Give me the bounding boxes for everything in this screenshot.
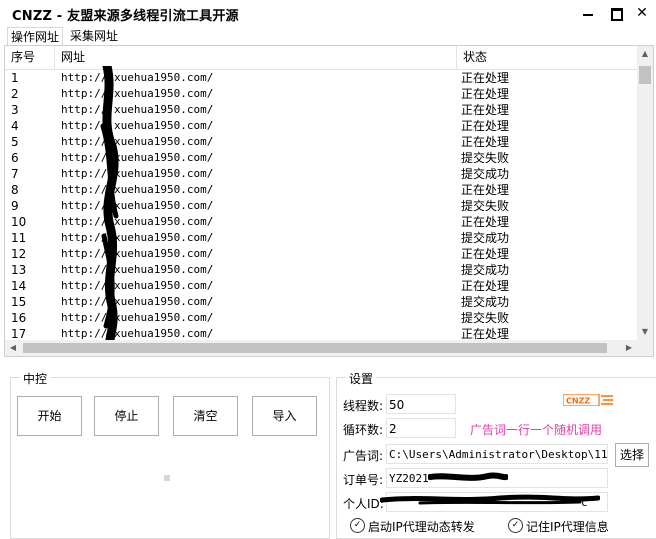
row-index: 8: [11, 183, 19, 197]
row-url: http:// xuehua1950.com/: [61, 247, 214, 260]
order-label: 订单号:: [343, 473, 384, 487]
threads-input[interactable]: 50: [386, 394, 456, 414]
row-status: 正在处理: [461, 215, 510, 229]
row-url: http:// xuehua1950.com/: [61, 231, 214, 244]
personal-id-label: 个人ID:: [343, 497, 384, 511]
ad-hint-text: 广告词一行一个随机调用: [470, 423, 603, 437]
horizontal-scroll-thumb[interactable]: [23, 343, 607, 353]
row-status: 提交失败: [461, 151, 510, 165]
row-status: 提交成功: [461, 231, 510, 245]
ad-file-input[interactable]: C:\Users\Administrator\Desktop\111.t: [386, 444, 608, 464]
order-redaction-mark: [428, 472, 508, 481]
row-url: http:// xuehua1950.com/: [61, 311, 214, 324]
title-bar: CNZZ - 友盟来源多线程引流工具开源 ✕: [0, 0, 656, 27]
minimize-button[interactable]: [579, 4, 597, 22]
minimize-icon: [583, 14, 593, 16]
remember-proxy-label: 记住IP代理信息: [526, 520, 609, 534]
choose-file-button[interactable]: 选择: [615, 443, 649, 467]
row-status: 正在处理: [461, 87, 510, 101]
row-status: 正在处理: [461, 279, 510, 293]
row-url: http:// xuehua1950.com/: [61, 167, 214, 180]
settings-group-label: 设置: [346, 370, 377, 387]
row-url: http:// xuehua1950.com/: [61, 119, 214, 132]
loops-label: 循环数:: [343, 423, 384, 437]
tab-collect-urls[interactable]: 采集网址: [67, 27, 121, 45]
row-url: http:// xuehua1950.com/: [61, 215, 214, 228]
vertical-scrollbar[interactable]: ▲ ▼: [637, 46, 653, 340]
row-status: 正在处理: [461, 247, 510, 261]
row-url: http:// xuehua1950.com/: [61, 279, 214, 292]
remember-proxy-checkbox[interactable]: ✓: [508, 518, 523, 533]
row-url: http:// xuehua1950.com/: [61, 199, 214, 212]
scroll-right-icon[interactable]: ▶: [621, 340, 637, 356]
row-index: 2: [11, 87, 19, 101]
stop-button[interactable]: 停止: [94, 396, 159, 436]
loops-input[interactable]: 2: [386, 418, 456, 438]
row-index: 9: [11, 199, 19, 213]
header-index[interactable]: 序号: [5, 46, 55, 69]
clear-button[interactable]: 清空: [173, 396, 238, 436]
row-status: 提交成功: [461, 263, 510, 277]
window-title: CNZZ - 友盟来源多线程引流工具开源: [12, 9, 239, 24]
tab-operate-urls[interactable]: 操作网址: [7, 27, 64, 46]
horizontal-scrollbar[interactable]: ◀ ▶: [5, 340, 653, 356]
row-url: http:// xuehua1950.com/: [61, 295, 214, 308]
tab-bar: 操作网址 采集网址: [0, 27, 656, 46]
row-index: 16: [11, 311, 27, 325]
row-index: 4: [11, 119, 19, 133]
row-status: 提交成功: [461, 295, 510, 309]
scroll-left-icon[interactable]: ◀: [5, 340, 21, 356]
cnzz-logo: CNZZ: [563, 394, 613, 406]
redaction-mark: [100, 66, 119, 346]
row-index: 6: [11, 151, 19, 165]
row-index: 12: [11, 247, 27, 261]
vertical-scroll-thumb[interactable]: [639, 66, 651, 84]
row-url: http:// xuehua1950.com/: [61, 103, 214, 116]
row-url: http:// xuehua1950.com/: [61, 183, 214, 196]
row-index: 1: [11, 71, 19, 85]
row-status: 正在处理: [461, 71, 510, 85]
row-index: 7: [11, 167, 19, 181]
scroll-down-icon[interactable]: ▼: [637, 324, 653, 340]
row-url: http:// xuehua1950.com/: [61, 135, 214, 148]
proxy-forward-checkbox[interactable]: ✓: [350, 518, 365, 533]
order-value: YZ2021: [389, 472, 429, 485]
close-button[interactable]: ✕: [633, 4, 651, 22]
row-index: 3: [11, 103, 19, 117]
threads-label: 线程数:: [343, 399, 384, 413]
proxy-forward-label: 启动IP代理动态转发: [368, 520, 475, 534]
url-table: 序号 网址 状态 1 http:// xuehua1950.com/正在处理 2 ht…: [4, 45, 654, 357]
header-status[interactable]: 状态: [457, 46, 637, 69]
row-status: 提交失败: [461, 311, 510, 325]
ad-label: 广告词:: [343, 449, 384, 463]
row-url: http:// xuehua1950.com/: [61, 87, 214, 100]
row-index: 13: [11, 263, 27, 277]
row-status: 提交失败: [461, 199, 510, 213]
row-status: 正在处理: [461, 119, 510, 133]
row-status: 正在处理: [461, 183, 510, 197]
resize-grip: [164, 475, 170, 481]
row-status: 提交成功: [461, 167, 510, 181]
personal-id-redaction-mark: [380, 494, 600, 505]
row-url: http:// xuehua1950.com/: [61, 151, 214, 164]
start-button[interactable]: 开始: [17, 396, 82, 436]
row-url: http:// xuehua1950.com/: [61, 263, 214, 276]
row-url: http:// xuehua1950.com/: [61, 71, 214, 84]
row-index: 5: [11, 135, 19, 149]
row-index: 11: [11, 231, 27, 245]
row-status: 正在处理: [461, 135, 510, 149]
row-status: 正在处理: [461, 103, 510, 117]
import-button[interactable]: 导入: [252, 396, 317, 436]
maximize-icon: [611, 8, 623, 21]
row-index: 10: [11, 215, 27, 229]
scroll-up-icon[interactable]: ▲: [637, 46, 653, 62]
row-index: 15: [11, 295, 27, 309]
control-group-label: 中控: [20, 370, 51, 387]
row-index: 14: [11, 279, 27, 293]
maximize-button[interactable]: [607, 4, 625, 22]
logo-text: CNZZ: [566, 397, 590, 406]
